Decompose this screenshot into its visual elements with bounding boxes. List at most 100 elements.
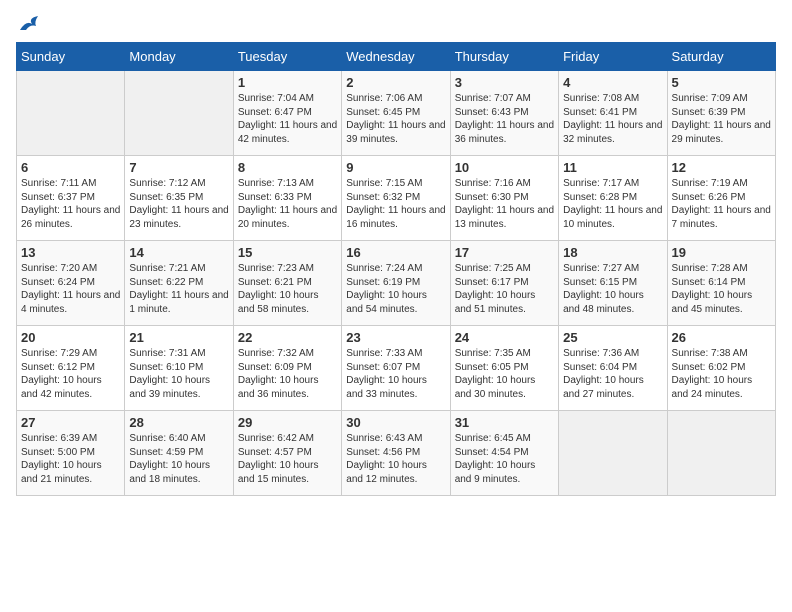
calendar-cell: 29 Sunrise: 6:42 AM Sunset: 4:57 PM Dayli… [233, 411, 341, 496]
cell-info: Sunrise: 6:42 AM Sunset: 4:57 PM Dayligh… [238, 432, 337, 486]
day-number: 24 [455, 330, 554, 345]
calendar-header-row: SundayMondayTuesdayWednesdayThursdayFrid… [17, 43, 776, 71]
calendar-cell: 10Sunrise: 7:16 AM Sunset: 6:30 PM Dayli… [450, 156, 558, 241]
weekday-header: Monday [125, 43, 233, 71]
logo [16, 16, 40, 34]
day-number: 3 [455, 75, 554, 90]
calendar-cell: 11 Sunrise: 7:17 AM Sunset: 6:28 PM Dayli… [559, 156, 667, 241]
weekday-header: Saturday [667, 43, 775, 71]
day-number: 5 [672, 75, 771, 90]
calendar-cell: 14 Sunrise: 7:21 AM Sunset: 6:22 PM Dayli… [125, 241, 233, 326]
calendar-cell: 16 Sunrise: 7:24 AM Sunset: 6:19 PM Dayli… [342, 241, 450, 326]
cell-info: Sunrise: 7:35 AM Sunset: 6:05 PM Dayligh… [455, 347, 554, 401]
calendar-cell: 17 Sunrise: 7:25 AM Sunset: 6:17 PM Dayli… [450, 241, 558, 326]
day-number: 2 [346, 75, 445, 90]
calendar-cell: 8Sunrise: 7:13 AM Sunset: 6:33 PM Daylig… [233, 156, 341, 241]
cell-info: Sunrise: 7:07 AM Sunset: 6:43 PM Dayligh… [455, 92, 554, 146]
day-number: 31 [455, 415, 554, 430]
calendar-cell: 2 Sunrise: 7:06 AM Sunset: 6:45 PM Daylig… [342, 71, 450, 156]
day-number: 6 [21, 160, 120, 175]
calendar-week-row: 1 Sunrise: 7:04 AM Sunset: 6:47 PM Daylig… [17, 71, 776, 156]
page-header [16, 16, 776, 34]
calendar-cell [667, 411, 775, 496]
cell-info: Sunrise: 6:45 AM Sunset: 4:54 PM Dayligh… [455, 432, 554, 486]
weekday-header: Sunday [17, 43, 125, 71]
cell-info: Sunrise: 7:23 AM Sunset: 6:21 PM Dayligh… [238, 262, 337, 316]
day-number: 17 [455, 245, 554, 260]
cell-info: Sunrise: 6:39 AM Sunset: 5:00 PM Dayligh… [21, 432, 120, 486]
cell-info: Sunrise: 7:16 AM Sunset: 6:30 PM Dayligh… [455, 177, 554, 231]
calendar-cell: 7Sunrise: 7:12 AM Sunset: 6:35 PM Daylig… [125, 156, 233, 241]
calendar-week-row: 6 Sunrise: 7:11 AM Sunset: 6:37 PM Daylig… [17, 156, 776, 241]
calendar-cell: 6 Sunrise: 7:11 AM Sunset: 6:37 PM Daylig… [17, 156, 125, 241]
cell-info: Sunrise: 7:38 AM Sunset: 6:02 PM Dayligh… [672, 347, 771, 401]
calendar-cell: 19 Sunrise: 7:28 AM Sunset: 6:14 PM Dayli… [667, 241, 775, 326]
cell-info: Sunrise: 7:11 AM Sunset: 6:37 PM Dayligh… [21, 177, 120, 231]
cell-info: Sunrise: 7:33 AM Sunset: 6:07 PM Dayligh… [346, 347, 445, 401]
calendar-table: SundayMondayTuesdayWednesdayThursdayFrid… [16, 42, 776, 496]
day-number: 19 [672, 245, 771, 260]
calendar-cell: 9 Sunrise: 7:15 AM Sunset: 6:32 PM Daylig… [342, 156, 450, 241]
day-number: 12 [672, 160, 771, 175]
calendar-cell: 13Sunrise: 7:20 AM Sunset: 6:24 PM Dayli… [17, 241, 125, 326]
weekday-header: Thursday [450, 43, 558, 71]
day-number: 18 [563, 245, 662, 260]
calendar-week-row: 20Sunrise: 7:29 AM Sunset: 6:12 PM Dayli… [17, 326, 776, 411]
cell-info: Sunrise: 7:36 AM Sunset: 6:04 PM Dayligh… [563, 347, 662, 401]
day-number: 25 [563, 330, 662, 345]
cell-info: Sunrise: 7:21 AM Sunset: 6:22 PM Dayligh… [129, 262, 228, 316]
cell-info: Sunrise: 7:09 AM Sunset: 6:39 PM Dayligh… [672, 92, 771, 146]
day-number: 28 [129, 415, 228, 430]
day-number: 8 [238, 160, 337, 175]
calendar-cell [559, 411, 667, 496]
calendar-week-row: 27 Sunrise: 6:39 AM Sunset: 5:00 PM Dayli… [17, 411, 776, 496]
day-number: 1 [238, 75, 337, 90]
calendar-cell: 25 Sunrise: 7:36 AM Sunset: 6:04 PM Dayli… [559, 326, 667, 411]
calendar-cell: 21 Sunrise: 7:31 AM Sunset: 6:10 PM Dayli… [125, 326, 233, 411]
day-number: 11 [563, 160, 662, 175]
day-number: 21 [129, 330, 228, 345]
day-number: 9 [346, 160, 445, 175]
cell-info: Sunrise: 7:06 AM Sunset: 6:45 PM Dayligh… [346, 92, 445, 146]
calendar-cell: 30 Sunrise: 6:43 AM Sunset: 4:56 PM Dayli… [342, 411, 450, 496]
calendar-cell: 3 Sunrise: 7:07 AM Sunset: 6:43 PM Daylig… [450, 71, 558, 156]
cell-info: Sunrise: 6:40 AM Sunset: 4:59 PM Dayligh… [129, 432, 228, 486]
calendar-cell: 20Sunrise: 7:29 AM Sunset: 6:12 PM Dayli… [17, 326, 125, 411]
cell-info: Sunrise: 7:04 AM Sunset: 6:47 PM Dayligh… [238, 92, 337, 146]
cell-info: Sunrise: 7:17 AM Sunset: 6:28 PM Dayligh… [563, 177, 662, 231]
cell-info: Sunrise: 7:32 AM Sunset: 6:09 PM Dayligh… [238, 347, 337, 401]
calendar-cell: 5 Sunrise: 7:09 AM Sunset: 6:39 PM Daylig… [667, 71, 775, 156]
weekday-header: Tuesday [233, 43, 341, 71]
day-number: 29 [238, 415, 337, 430]
day-number: 23 [346, 330, 445, 345]
weekday-header: Friday [559, 43, 667, 71]
day-number: 15 [238, 245, 337, 260]
cell-info: Sunrise: 7:24 AM Sunset: 6:19 PM Dayligh… [346, 262, 445, 316]
weekday-header: Wednesday [342, 43, 450, 71]
cell-info: Sunrise: 7:08 AM Sunset: 6:41 PM Dayligh… [563, 92, 662, 146]
cell-info: Sunrise: 7:31 AM Sunset: 6:10 PM Dayligh… [129, 347, 228, 401]
cell-info: Sunrise: 7:15 AM Sunset: 6:32 PM Dayligh… [346, 177, 445, 231]
calendar-cell: 31 Sunrise: 6:45 AM Sunset: 4:54 PM Dayli… [450, 411, 558, 496]
calendar-cell: 15 Sunrise: 7:23 AM Sunset: 6:21 PM Dayli… [233, 241, 341, 326]
cell-info: Sunrise: 7:28 AM Sunset: 6:14 PM Dayligh… [672, 262, 771, 316]
day-number: 22 [238, 330, 337, 345]
cell-info: Sunrise: 7:25 AM Sunset: 6:17 PM Dayligh… [455, 262, 554, 316]
day-number: 13 [21, 245, 120, 260]
day-number: 27 [21, 415, 120, 430]
calendar-cell: 28 Sunrise: 6:40 AM Sunset: 4:59 PM Dayli… [125, 411, 233, 496]
calendar-cell [125, 71, 233, 156]
day-number: 16 [346, 245, 445, 260]
cell-info: Sunrise: 7:27 AM Sunset: 6:15 PM Dayligh… [563, 262, 662, 316]
calendar-cell: 24 Sunrise: 7:35 AM Sunset: 6:05 PM Dayli… [450, 326, 558, 411]
cell-info: Sunrise: 6:43 AM Sunset: 4:56 PM Dayligh… [346, 432, 445, 486]
day-number: 14 [129, 245, 228, 260]
calendar-week-row: 13Sunrise: 7:20 AM Sunset: 6:24 PM Dayli… [17, 241, 776, 326]
day-number: 30 [346, 415, 445, 430]
calendar-cell: 1 Sunrise: 7:04 AM Sunset: 6:47 PM Daylig… [233, 71, 341, 156]
calendar-cell: 22 Sunrise: 7:32 AM Sunset: 6:09 PM Dayli… [233, 326, 341, 411]
day-number: 26 [672, 330, 771, 345]
day-number: 20 [21, 330, 120, 345]
day-number: 7 [129, 160, 228, 175]
calendar-cell: 26 Sunrise: 7:38 AM Sunset: 6:02 PM Dayli… [667, 326, 775, 411]
